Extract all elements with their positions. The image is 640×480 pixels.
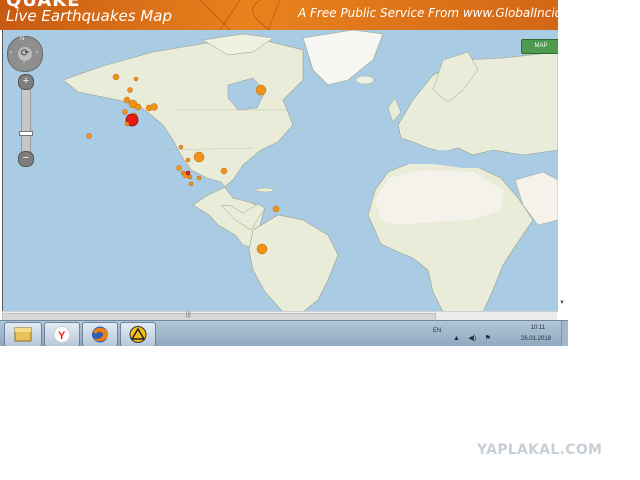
pan-left-icon[interactable]: ‹ [10,50,12,56]
action-center-icon[interactable]: ⚑ [485,334,491,342]
explorer-icon [14,327,32,342]
quake-marker-major [185,170,191,176]
taskbar-yandex[interactable]: Y [44,322,80,346]
taskbar-explorer[interactable] [4,322,42,346]
quake-marker [122,109,128,115]
language-indicator[interactable]: EN [433,328,441,334]
quake-marker [86,133,92,139]
zoom-slider-handle[interactable] [19,130,33,136]
quake-marker [112,73,120,81]
scroll-down-icon[interactable]: ▼ [559,300,565,306]
greenland-land [302,30,384,86]
taskbar-firefox[interactable] [82,322,118,346]
quake-marker [196,175,202,181]
scroll-grip-icon: ||| [186,312,191,318]
volume-icon[interactable]: ◀) [468,334,476,342]
zoom-in-button[interactable]: + [18,74,34,90]
quake-marker [255,84,267,96]
quake-marker [220,167,228,175]
map-type-button[interactable]: MAP [521,39,558,54]
reset-view-icon[interactable]: ⟳ [18,47,32,61]
world-map [62,30,558,312]
zoom-control: + − [18,74,34,167]
earthquake-map[interactable]: N ‹ › ˇ ⟳ + − MAP [2,30,558,312]
taskbar-app[interactable] [120,322,156,346]
north-america-land [62,39,304,249]
quake-marker [124,121,130,127]
quake-marker [134,103,142,111]
quake-marker [272,205,280,213]
tray-expand-icon[interactable]: ▲ [453,335,460,342]
quake-marker [187,174,193,180]
uk-land [387,97,402,123]
quake-marker [256,243,268,255]
quake-marker [123,96,131,104]
quake-marker [150,103,158,111]
yandex-browser-icon: Y [53,326,71,343]
svg-text:Y: Y [58,330,66,342]
site-banner: QUAKE Live Earthquakes Map A Free Public… [0,0,558,30]
site-tagline[interactable]: A Free Public Service From www.GlobalInc… [298,6,558,20]
europe-land [397,51,558,156]
site-watermark: YAPLAKAL.COM [477,442,603,458]
site-title: Live Earthquakes Map [6,7,172,25]
pan-control[interactable]: N ‹ › ˇ ⟳ [7,36,43,72]
zoom-out-button[interactable]: − [18,151,34,167]
cuba-land [255,187,275,193]
quake-marker [193,151,205,163]
quake-marker [185,157,191,163]
horizontal-scrollbar[interactable]: ||| [2,311,557,321]
compass-letter: N [20,36,25,42]
app-triangle-icon [129,326,147,343]
zoom-slider-track[interactable] [21,80,31,162]
firefox-icon [92,326,109,343]
screenshot-region: QUAKE Live Earthquakes Map A Free Public… [0,0,568,346]
clock-date[interactable]: 26.01.2018 [514,336,558,342]
quake-marker [133,76,139,82]
quake-marker [127,87,133,93]
clock-time[interactable]: 10:11 [522,325,554,331]
show-desktop-button[interactable] [561,321,568,346]
quake-marker [178,144,184,150]
quake-marker [176,165,182,171]
pan-down-icon[interactable]: ˇ [23,63,25,69]
south-america-land [248,214,339,312]
pan-right-icon[interactable]: › [36,50,38,56]
system-tray: ▲ ◀) ⚑ ▣ [453,327,509,342]
quake-marker [188,181,194,187]
iceland-land [355,75,375,85]
